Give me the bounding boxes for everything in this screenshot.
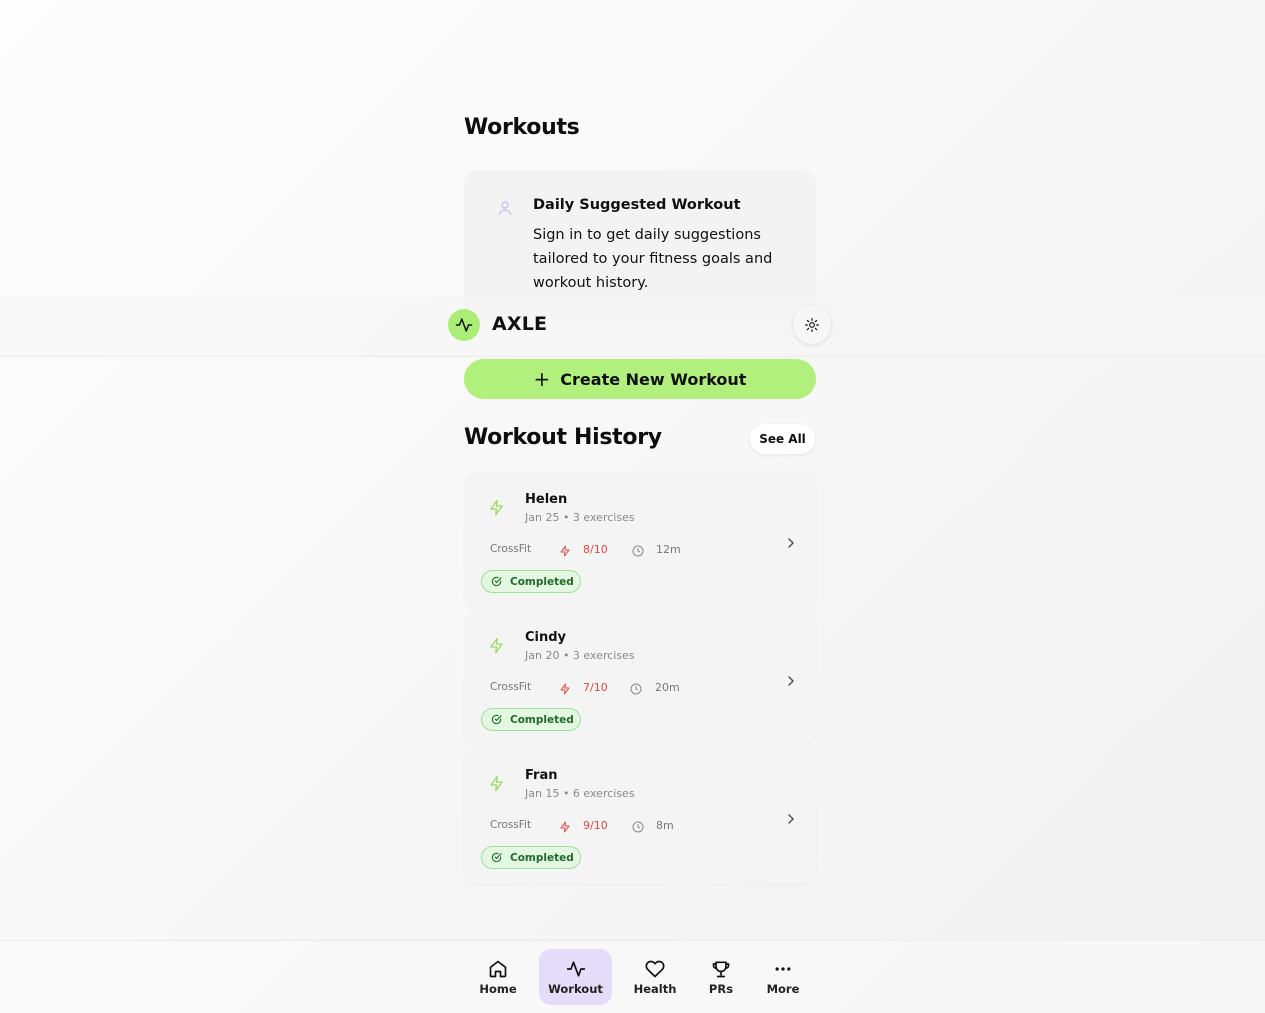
home-icon	[489, 960, 507, 977]
status-label: Completed	[510, 713, 574, 726]
more-icon	[775, 966, 791, 971]
intensity-icon	[559, 542, 571, 561]
heart-icon	[645, 960, 665, 977]
workout-card[interactable]: Fran Jan 15 • 6 exercises CrossFit 9/10 …	[464, 748, 816, 884]
nav-item-prs[interactable]: PRs	[700, 949, 742, 1005]
workout-intensity: 7/10	[583, 681, 608, 694]
workouts-page: Workouts Daily Suggested Workout Sign in…	[0, 0, 1265, 1013]
clock-icon	[632, 818, 644, 837]
sun-icon	[805, 318, 819, 332]
clock-icon	[632, 542, 644, 561]
nav-item-health[interactable]: Health	[629, 949, 681, 1005]
workout-meta: Jan 25 • 3 exercises	[525, 511, 635, 524]
create-workout-label: Create New Workout	[560, 369, 747, 389]
workout-meta: Jan 15 • 6 exercises	[525, 787, 635, 800]
check-circle-icon	[491, 852, 502, 863]
activity-icon	[455, 318, 473, 332]
check-circle-icon	[491, 576, 502, 587]
user-icon	[498, 200, 512, 216]
logo[interactable]	[448, 309, 480, 341]
workout-intensity: 9/10	[583, 819, 608, 832]
create-workout-button[interactable]: + Create New Workout	[464, 359, 816, 399]
workout-type: CrossFit	[490, 543, 532, 555]
status-badge: Completed	[481, 708, 581, 731]
nav-label: Home	[479, 981, 517, 996]
intensity-icon	[559, 680, 571, 699]
workout-intensity: 8/10	[583, 543, 608, 556]
top-bar	[0, 297, 1265, 357]
nav-label: More	[766, 981, 800, 996]
nav-label: PRs	[708, 981, 734, 996]
chevron-right-icon[interactable]	[786, 810, 796, 829]
nav-item-workout[interactable]: Workout	[539, 949, 612, 1005]
bolt-icon	[488, 499, 505, 520]
bolt-icon	[488, 775, 505, 796]
nav-item-more[interactable]: More	[760, 949, 806, 1005]
workout-name: Fran	[525, 768, 558, 783]
page-title: Workouts	[464, 115, 580, 140]
nav-label: Workout	[548, 981, 603, 996]
workout-duration: 20m	[655, 681, 680, 694]
workout-name: Cindy	[525, 630, 567, 645]
brand-name: AXLE	[492, 313, 548, 335]
bolt-icon	[488, 637, 505, 658]
workout-meta: Jan 20 • 3 exercises	[525, 649, 635, 662]
status-badge: Completed	[481, 570, 581, 593]
check-circle-icon	[491, 714, 502, 725]
status-label: Completed	[510, 851, 574, 864]
activity-icon	[566, 961, 585, 976]
chevron-right-icon[interactable]	[786, 672, 796, 691]
clock-icon	[630, 680, 642, 699]
see-all-button[interactable]: See All	[750, 424, 815, 454]
plus-icon: +	[533, 367, 551, 391]
suggested-title: Daily Suggested Workout	[533, 197, 741, 213]
workout-card[interactable]: Cindy Jan 20 • 3 exercises CrossFit 7/10…	[464, 610, 816, 746]
status-badge: Completed	[481, 846, 581, 869]
chevron-right-icon[interactable]	[786, 534, 796, 553]
theme-toggle-button[interactable]	[793, 306, 831, 344]
nav-item-home[interactable]: Home	[472, 949, 524, 1005]
status-label: Completed	[510, 575, 574, 588]
intensity-icon	[559, 818, 571, 837]
workout-card[interactable]: Helen Jan 25 • 3 exercises CrossFit 8/10…	[464, 472, 816, 608]
workout-name: Helen	[525, 492, 568, 507]
suggested-text: Sign in to get daily suggestions tailore…	[533, 227, 773, 291]
trophy-icon	[712, 961, 730, 977]
workout-duration: 12m	[656, 543, 681, 556]
workout-history-title: Workout History	[464, 425, 662, 450]
workout-type: CrossFit	[490, 819, 532, 831]
workout-duration: 8m	[656, 819, 674, 832]
workout-type: CrossFit	[490, 681, 532, 693]
nav-label: Health	[633, 981, 677, 996]
